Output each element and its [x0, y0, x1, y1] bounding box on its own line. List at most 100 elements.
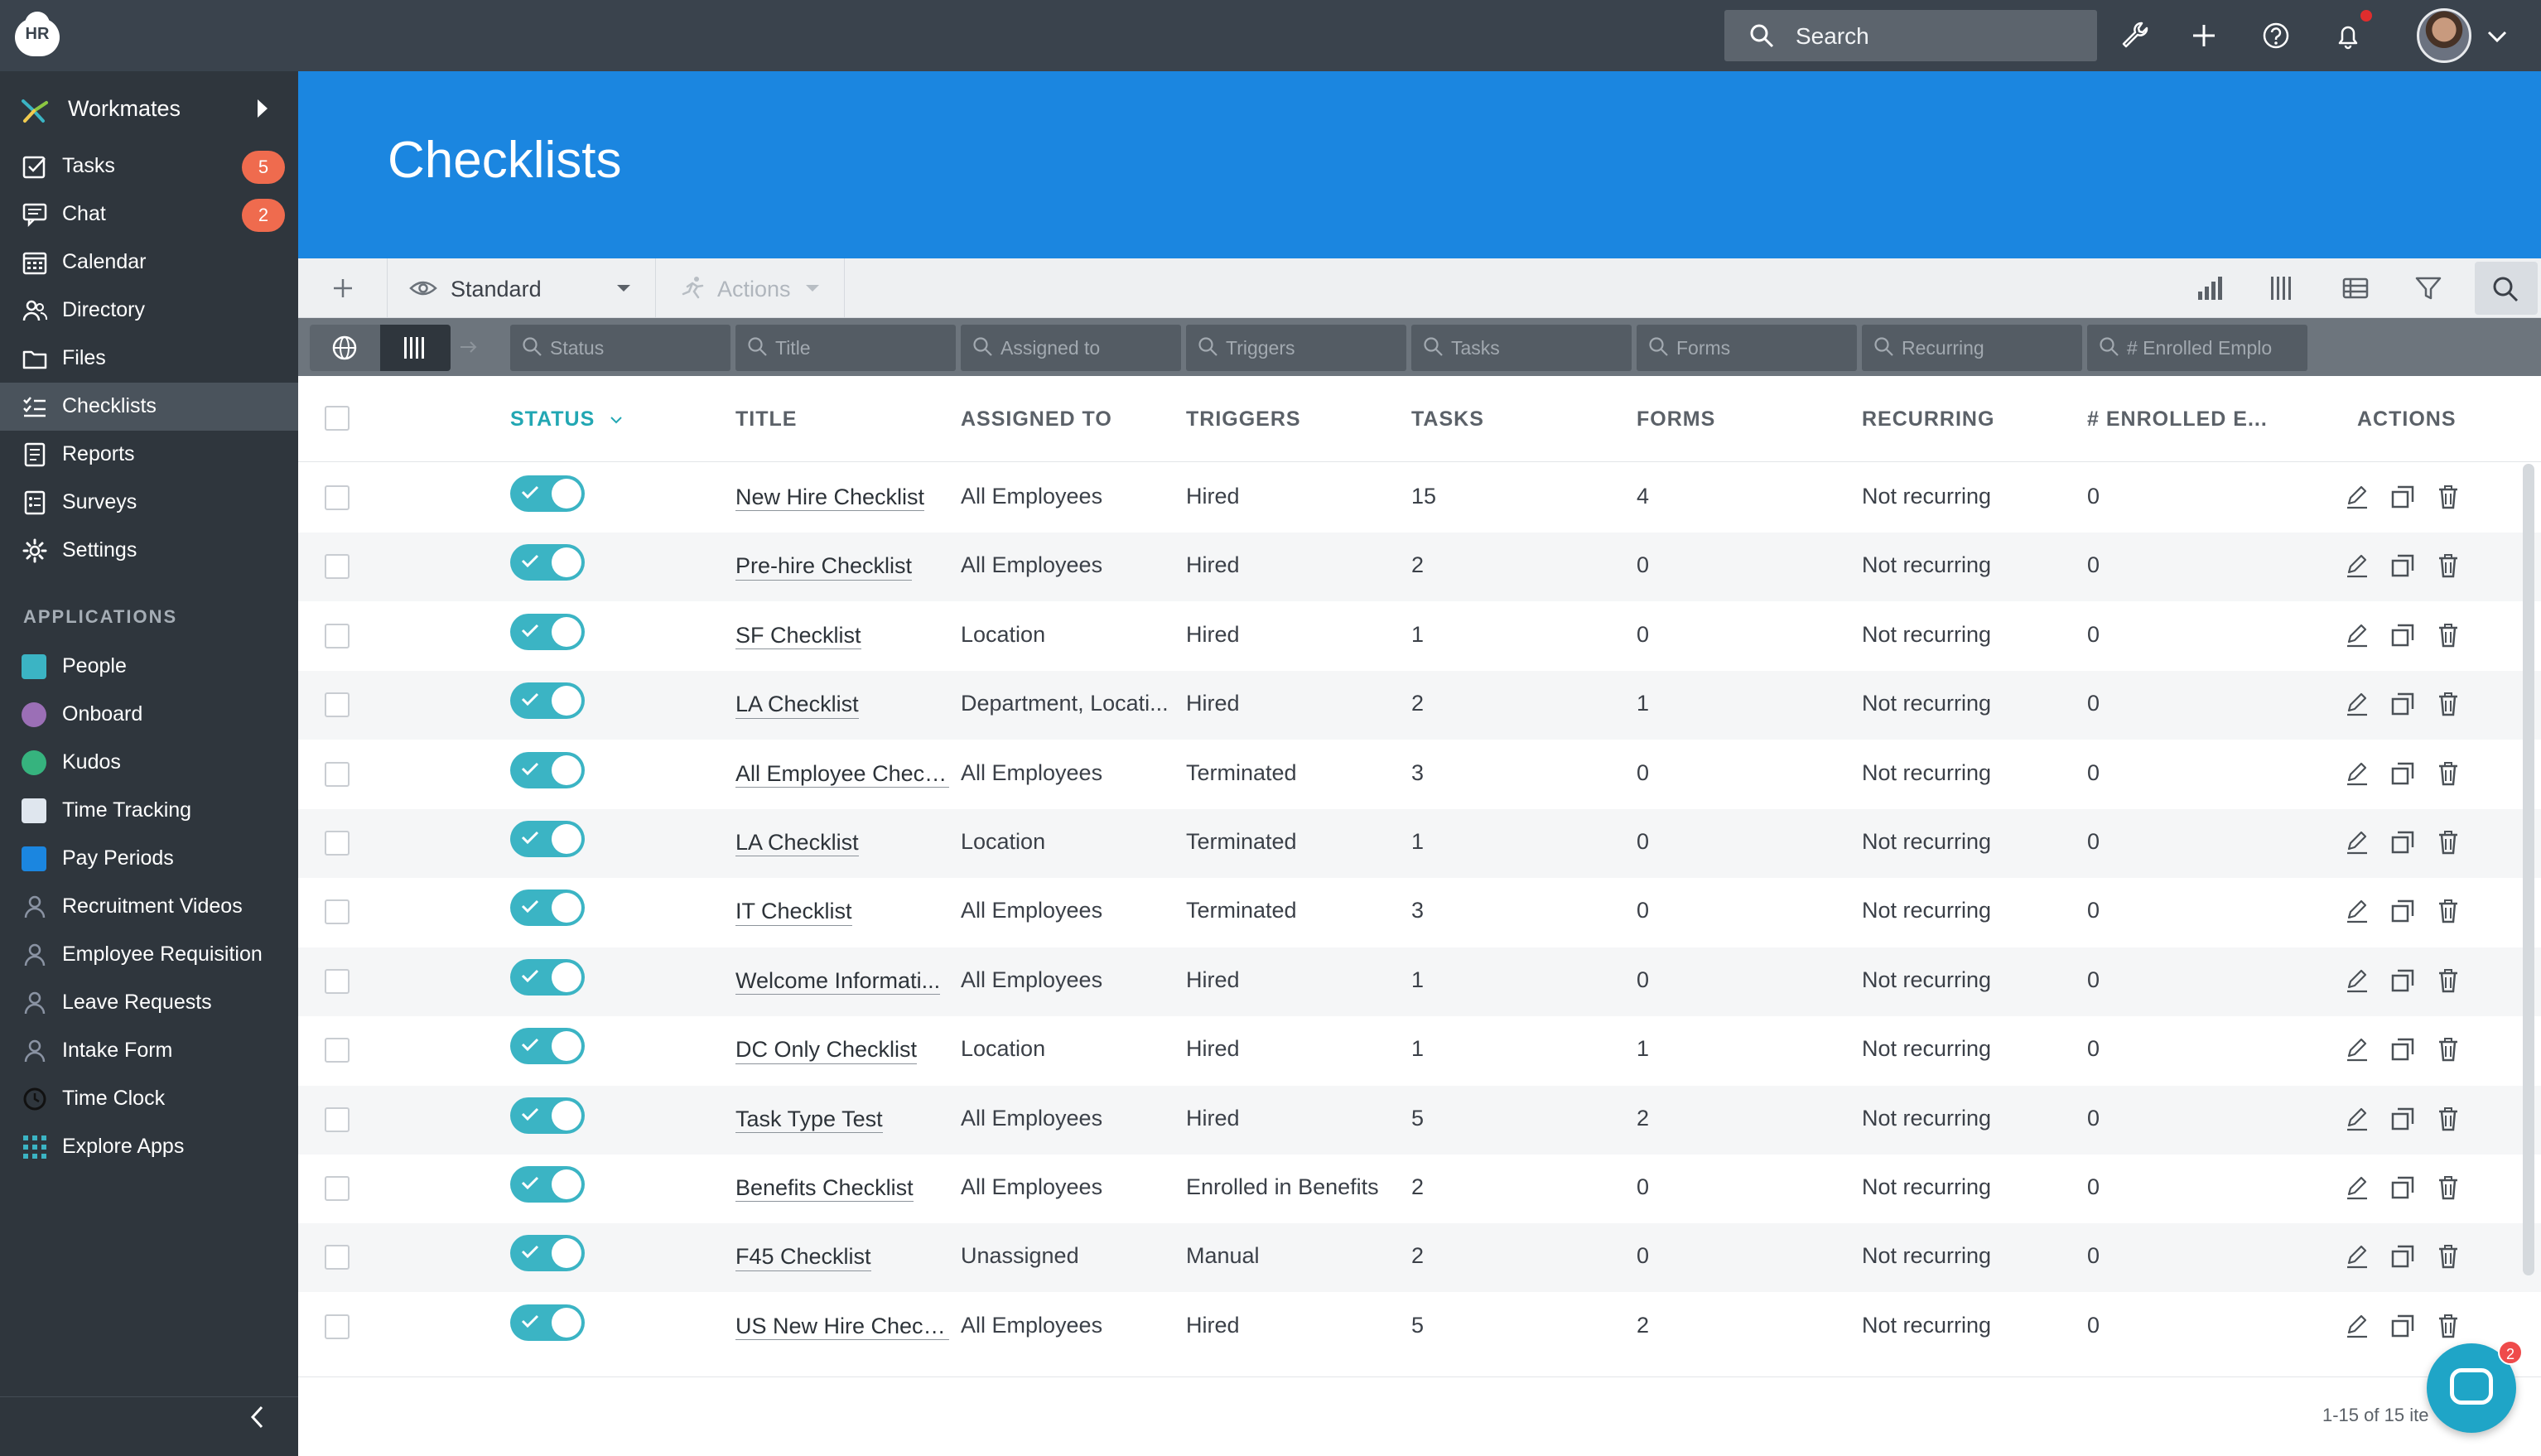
duplicate-icon[interactable] — [2389, 691, 2416, 717]
row-checkbox[interactable] — [325, 1314, 350, 1339]
column-header-recurring[interactable]: RECURRING — [1862, 407, 1994, 431]
checklist-title-link[interactable]: New Hire Checklist — [735, 484, 925, 512]
sidebar-item-surveys[interactable]: Surveys — [0, 479, 298, 527]
column-header-status[interactable]: STATUS — [510, 407, 623, 431]
edit-icon[interactable] — [2344, 1036, 2370, 1063]
support-chat-button[interactable]: 2 — [2427, 1340, 2523, 1433]
trash-icon[interactable] — [2435, 691, 2461, 717]
edit-icon[interactable] — [2344, 1313, 2370, 1339]
table-row[interactable]: All Employee Check... All Employees Termin… — [298, 740, 2541, 809]
checklist-title-link[interactable]: US New Hire Check... — [735, 1313, 949, 1341]
filter-title[interactable] — [735, 325, 956, 371]
checklist-title-link[interactable]: LA Checklist — [735, 829, 859, 857]
add-checklist-button[interactable] — [298, 258, 388, 318]
sidebar-item-files[interactable]: Files — [0, 335, 298, 383]
edit-icon[interactable] — [2344, 552, 2370, 579]
sidebar-app-pay-periods[interactable]: Pay Periods — [0, 835, 298, 883]
row-checkbox[interactable] — [325, 899, 350, 925]
status-toggle[interactable] — [510, 958, 585, 996]
sidebar-app-intake-form[interactable]: Intake Form — [0, 1027, 298, 1075]
bar-chart-icon[interactable] — [2195, 273, 2225, 303]
status-toggle[interactable] — [510, 1235, 585, 1272]
checklist-title-link[interactable]: All Employee Check... — [735, 760, 949, 788]
trash-icon[interactable] — [2435, 1036, 2461, 1063]
table-row[interactable]: Welcome Informati... All Employees Hired 1 0… — [298, 947, 2541, 1016]
chevron-down-icon[interactable] — [2485, 28, 2510, 45]
status-toggle[interactable] — [510, 475, 585, 512]
collapse-sidebar-icon[interactable] — [245, 1403, 270, 1431]
table-row[interactable]: Pre-hire Checklist All Employees Hired 2 0 No… — [298, 533, 2541, 602]
status-toggle[interactable] — [510, 682, 585, 720]
status-toggle[interactable] — [510, 821, 585, 857]
table-row[interactable]: DC Only Checklist Location Hired 1 1 Not recu… — [298, 1016, 2541, 1085]
duplicate-icon[interactable] — [2389, 1313, 2416, 1339]
table-row[interactable]: Benefits Checklist All Employees Enrolled … — [298, 1155, 2541, 1223]
sidebar-item-calendar[interactable]: Calendar — [0, 239, 298, 287]
status-toggle[interactable] — [510, 1097, 585, 1134]
sidebar-item-settings[interactable]: Settings — [0, 527, 298, 575]
status-toggle[interactable] — [510, 890, 585, 927]
row-checkbox[interactable] — [325, 831, 350, 856]
table-row[interactable]: F45 Checklist Unassigned Manual 2 0 Not recur… — [298, 1223, 2541, 1293]
view-selector[interactable]: Standard — [388, 258, 656, 318]
sidebar-item-checklists[interactable]: Checklists — [0, 383, 298, 431]
status-toggle[interactable] — [510, 613, 585, 650]
sidebar-item-tasks[interactable]: Tasks 5 — [0, 142, 298, 190]
edit-icon[interactable] — [2344, 829, 2370, 856]
filter-recurring-input[interactable] — [1902, 333, 2074, 363]
table-row[interactable]: IT Checklist All Employees Terminated 3 0 Not… — [298, 878, 2541, 947]
edit-icon[interactable] — [2344, 967, 2370, 994]
workspace-switcher[interactable]: Workmates — [0, 86, 298, 133]
select-all-checkbox[interactable] — [325, 406, 350, 431]
sidebar-app-employee-requisition[interactable]: Employee Requisition — [0, 931, 298, 979]
trash-icon[interactable] — [2435, 967, 2461, 994]
duplicate-icon[interactable] — [2389, 552, 2416, 579]
filter-recurring[interactable] — [1862, 325, 2082, 371]
filter-triggers-input[interactable] — [1226, 333, 1398, 363]
edit-icon[interactable] — [2344, 1174, 2370, 1201]
trash-icon[interactable] — [2435, 1174, 2461, 1201]
edit-icon[interactable] — [2344, 622, 2370, 648]
row-checkbox[interactable] — [325, 1106, 350, 1132]
table-row[interactable]: LA Checklist Location Terminated 1 0 Not recu… — [298, 809, 2541, 878]
trash-icon[interactable] — [2435, 1313, 2461, 1339]
edit-icon[interactable] — [2344, 1243, 2370, 1270]
trash-icon[interactable] — [2435, 622, 2461, 648]
trash-icon[interactable] — [2435, 484, 2461, 510]
duplicate-icon[interactable] — [2389, 760, 2416, 787]
sidebar-app-recruitment-videos[interactable]: Recruitment Videos — [0, 883, 298, 931]
edit-icon[interactable] — [2344, 898, 2370, 924]
checklist-title-link[interactable]: DC Only Checklist — [735, 1036, 918, 1064]
status-toggle[interactable] — [510, 1304, 585, 1341]
filter-triggers[interactable] — [1186, 325, 1406, 371]
filter-enrolled-employees[interactable] — [2087, 325, 2307, 371]
row-density-icon[interactable] — [2341, 273, 2370, 303]
wrench-icon[interactable] — [2117, 18, 2152, 53]
edit-icon[interactable] — [2344, 484, 2370, 510]
row-checkbox[interactable] — [325, 968, 350, 994]
table-row[interactable]: SF Checklist Location Hired 1 0 Not recurring… — [298, 602, 2541, 671]
edit-icon[interactable] — [2344, 1106, 2370, 1132]
row-checkbox[interactable] — [325, 692, 350, 718]
duplicate-icon[interactable] — [2389, 1106, 2416, 1132]
checklist-title-link[interactable]: F45 Checklist — [735, 1243, 871, 1271]
edit-icon[interactable] — [2344, 691, 2370, 717]
column-header-assigned-to[interactable]: ASSIGNED TO — [961, 407, 1112, 431]
filter-tasks[interactable] — [1411, 325, 1632, 371]
column-header-forms[interactable]: FORMS — [1637, 407, 1715, 431]
status-toggle[interactable] — [510, 544, 585, 581]
column-header-triggers[interactable]: TRIGGERS — [1186, 407, 1301, 431]
column-header-enrolled-employees[interactable]: # ENROLLED E... — [2087, 407, 2268, 431]
sidebar-app-time-clock[interactable]: Time Clock — [0, 1075, 298, 1123]
duplicate-icon[interactable] — [2389, 1174, 2416, 1201]
row-checkbox[interactable] — [325, 554, 350, 580]
columns-view-button[interactable] — [380, 325, 451, 371]
sidebar-item-directory[interactable]: Directory — [0, 287, 298, 335]
globe-view-button[interactable] — [310, 325, 380, 371]
row-checkbox[interactable] — [325, 1176, 350, 1201]
hr-logo[interactable]: HR — [12, 12, 61, 58]
row-checkbox[interactable] — [325, 761, 350, 787]
avatar[interactable] — [2417, 8, 2471, 63]
trash-icon[interactable] — [2435, 898, 2461, 924]
checklist-title-link[interactable]: Pre-hire Checklist — [735, 552, 913, 581]
